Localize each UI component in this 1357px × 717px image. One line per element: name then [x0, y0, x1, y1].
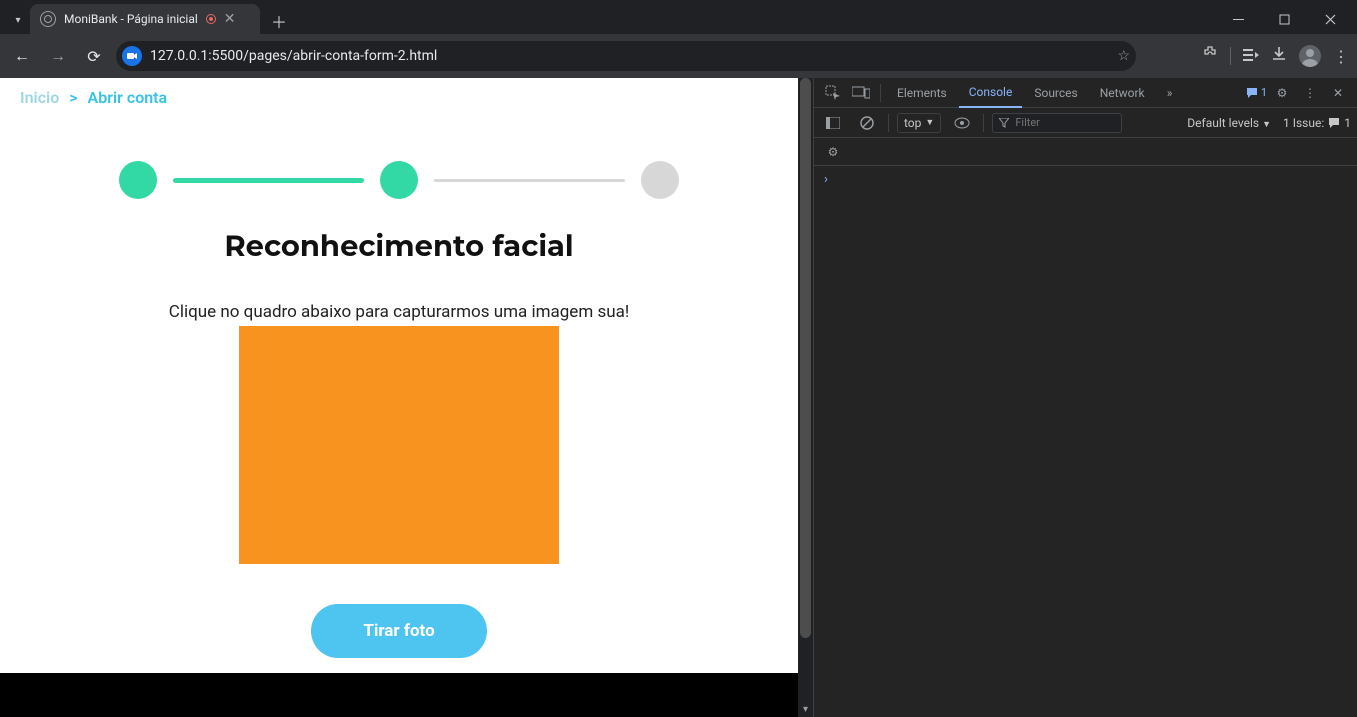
breadcrumb-sep: >: [63, 88, 83, 107]
console-toolbar: top ▼ Default levels ▼ 1 Issue: 1: [814, 108, 1357, 138]
page-body: Inicio > Abrir conta Reconhecimento faci…: [0, 78, 798, 673]
downloads-icon[interactable]: [1271, 46, 1287, 66]
viewport-row: Inicio > Abrir conta Reconhecimento faci…: [0, 78, 1357, 717]
bookmark-star-icon[interactable]: ☆: [1117, 48, 1130, 64]
capture-hint: Clique no quadro abaixo para capturarmos…: [0, 302, 798, 322]
breadcrumb-current[interactable]: Abrir conta: [88, 88, 168, 107]
step-line-1: [173, 178, 364, 183]
address-bar[interactable]: 127.0.0.1:5500/pages/abrir-conta-form-2.…: [116, 41, 1136, 71]
tab-console[interactable]: Console: [959, 78, 1023, 108]
devtools-close-icon[interactable]: ✕: [1325, 80, 1351, 106]
step-dot-1: [119, 161, 157, 199]
tab-strip: ▾ MoniBank - Página inicial ✕ ＋: [0, 0, 1215, 34]
step-indicator: [119, 161, 679, 199]
tab-elements[interactable]: Elements: [887, 78, 957, 108]
issues-indicator[interactable]: 1 Issue: 1: [1283, 116, 1351, 130]
scroll-down-icon[interactable]: ▾: [798, 702, 813, 717]
close-icon[interactable]: ✕: [224, 12, 236, 26]
chevron-down-icon: ▼: [1262, 120, 1271, 130]
breadcrumb: Inicio > Abrir conta: [0, 78, 798, 111]
toolbar-separator: [1230, 47, 1231, 65]
console-settings-row: ⚙: [814, 138, 1357, 166]
console-separator: [888, 114, 889, 132]
back-button[interactable]: ←: [8, 42, 36, 70]
browser-toolbar: ← → ⟳ 127.0.0.1:5500/pages/abrir-conta-f…: [0, 34, 1357, 78]
filter-icon: [999, 118, 1009, 128]
camera-capture-area[interactable]: [239, 326, 559, 564]
tab-title: MoniBank - Página inicial: [64, 12, 198, 26]
devtools-tabbar: Elements Console Sources Network » 1 ⚙ ⋮…: [814, 78, 1357, 108]
tab-network[interactable]: Network: [1090, 78, 1155, 108]
clear-console-icon[interactable]: [854, 110, 880, 136]
browser-titlebar: ▾ MoniBank - Página inicial ✕ ＋: [0, 0, 1357, 34]
minimize-button[interactable]: [1215, 4, 1261, 34]
page-scrollbar-track[interactable]: ▾: [798, 78, 813, 717]
device-toolbar-icon[interactable]: [848, 80, 874, 106]
step-dot-3: [641, 161, 679, 199]
media-control-icon[interactable]: [1243, 47, 1259, 66]
devtools-menu-icon[interactable]: ⋮: [1297, 80, 1323, 106]
context-selector[interactable]: top ▼: [897, 113, 941, 133]
breadcrumb-home[interactable]: Inicio: [20, 88, 59, 107]
page-footer-strip: [0, 673, 813, 717]
live-expression-icon[interactable]: [949, 110, 975, 136]
page-title: Reconhecimento facial: [0, 229, 798, 264]
profile-avatar[interactable]: [1299, 45, 1321, 67]
step-line-2: [434, 179, 625, 182]
recording-icon: [206, 14, 216, 24]
console-output[interactable]: ›: [814, 166, 1357, 717]
console-settings-icon[interactable]: ⚙: [820, 139, 846, 165]
console-sidebar-toggle-icon[interactable]: [820, 110, 846, 136]
new-tab-button[interactable]: ＋: [266, 8, 292, 34]
window-controls: [1215, 4, 1357, 34]
reload-button[interactable]: ⟳: [80, 42, 108, 70]
devtools-panel: Elements Console Sources Network » 1 ⚙ ⋮…: [813, 78, 1357, 717]
filter-input[interactable]: [1015, 116, 1095, 129]
more-tabs-icon[interactable]: »: [1157, 80, 1183, 106]
devtools-settings-icon[interactable]: ⚙: [1269, 80, 1295, 106]
inspect-element-icon[interactable]: [820, 80, 846, 106]
window-close-button[interactable]: [1307, 4, 1353, 34]
chevron-down-icon: ▼: [925, 117, 934, 128]
console-separator: [983, 114, 984, 132]
page-scrollbar-thumb[interactable]: [800, 78, 811, 638]
page-column: Inicio > Abrir conta Reconhecimento faci…: [0, 78, 813, 717]
devtools-separator: [880, 84, 881, 102]
step-dot-2: [380, 161, 418, 199]
tab-search-dropdown[interactable]: ▾: [6, 6, 30, 34]
globe-icon: [40, 11, 56, 27]
browser-tab[interactable]: MoniBank - Página inicial ✕: [30, 4, 260, 34]
extensions-icon[interactable]: [1202, 46, 1218, 66]
url-text: 127.0.0.1:5500/pages/abrir-conta-form-2.…: [150, 48, 1109, 64]
take-photo-button[interactable]: Tirar foto: [311, 604, 486, 658]
message-count-badge[interactable]: 1: [1246, 86, 1267, 99]
forward-button[interactable]: →: [44, 42, 72, 70]
console-filter[interactable]: [992, 113, 1122, 133]
tab-sources[interactable]: Sources: [1024, 78, 1087, 108]
console-prompt-icon: ›: [824, 172, 828, 187]
log-levels-selector[interactable]: Default levels ▼: [1187, 116, 1271, 130]
kebab-menu-icon[interactable]: ⋮: [1333, 47, 1349, 66]
camera-permission-icon[interactable]: [122, 46, 142, 66]
maximize-button[interactable]: [1261, 4, 1307, 34]
